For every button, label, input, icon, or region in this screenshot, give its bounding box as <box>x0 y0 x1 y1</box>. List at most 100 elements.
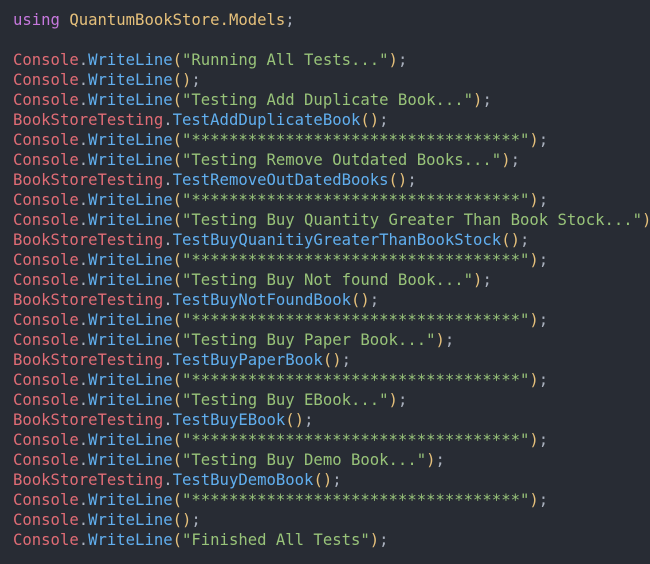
method-token: WriteLine <box>88 91 173 109</box>
punctuation-token: ; <box>341 351 351 369</box>
class-token: Console <box>13 131 79 149</box>
paren-token: () <box>285 411 305 429</box>
code-line[interactable]: Console.WriteLine("Testing Buy Quantity … <box>13 210 650 230</box>
punctuation-token: . <box>163 111 173 129</box>
code-line[interactable]: Console.WriteLine(); <box>13 510 650 530</box>
code-line[interactable]: Console.WriteLine("Running All Tests..."… <box>13 50 650 70</box>
paren-token: () <box>351 291 370 309</box>
punctuation-token: ; <box>538 191 549 209</box>
code-line[interactable]: Console.WriteLine("*********************… <box>13 490 650 510</box>
keyword-token: using <box>13 11 60 29</box>
punctuation-token: . <box>78 431 89 449</box>
method-token: TestBuyNotFoundBook <box>172 291 351 309</box>
string-token: "***********************************" <box>182 371 530 389</box>
method-token: WriteLine <box>88 271 173 289</box>
paren-token: () <box>172 71 192 89</box>
class-token: Console <box>13 91 79 109</box>
punctuation-token: . <box>78 531 89 549</box>
paren-token: () <box>172 511 192 529</box>
code-line[interactable]: Console.WriteLine(); <box>13 70 650 90</box>
code-line[interactable]: BookStoreTesting.TestBuyEBook(); <box>13 410 650 430</box>
code-line[interactable]: Console.WriteLine("Testing Buy EBook..."… <box>13 390 650 410</box>
punctuation-token: ; <box>444 331 455 349</box>
string-token: "Testing Buy Quantity Greater Than Book … <box>182 211 643 229</box>
code-line[interactable]: BookStoreTesting.TestBuyQuanitiyGreaterT… <box>13 230 650 250</box>
punctuation-token: . <box>163 171 173 189</box>
class-token: Console <box>13 531 79 549</box>
code-line[interactable]: Console.WriteLine("*********************… <box>13 250 650 270</box>
method-token: WriteLine <box>88 251 173 269</box>
string-token: "***********************************" <box>182 251 530 269</box>
paren-token: ( <box>172 391 182 409</box>
paren-token: ) <box>529 431 539 449</box>
paren-token: ( <box>172 51 182 69</box>
code-line[interactable]: Console.WriteLine("Testing Buy Paper Boo… <box>13 330 650 350</box>
paren-token: ) <box>529 131 539 149</box>
punctuation-token: . <box>78 151 89 169</box>
code-line[interactable]: Console.WriteLine("Testing Buy Not found… <box>13 270 650 290</box>
code-line[interactable]: BookStoreTesting.TestRemoveOutDatedBooks… <box>13 170 650 190</box>
punctuation-token: ; <box>435 451 445 469</box>
class-token: BookStoreTesting <box>13 291 164 309</box>
code-line[interactable]: BookStoreTesting.TestBuyNotFoundBook(); <box>13 290 650 310</box>
method-token: WriteLine <box>88 311 173 329</box>
punctuation-token: ; <box>379 111 389 129</box>
method-token: TestBuyPaperBook <box>172 351 323 369</box>
punctuation-token: ; <box>304 411 314 429</box>
code-line[interactable]: Console.WriteLine("*********************… <box>13 190 650 210</box>
punctuation-token: . <box>78 511 89 529</box>
class-token: Console <box>13 151 79 169</box>
punctuation-token: ; <box>191 71 201 89</box>
namespace-token: QuantumBookStore.Models <box>69 11 286 29</box>
punctuation-token: . <box>78 331 89 349</box>
string-token: "***********************************" <box>182 131 530 149</box>
code-line[interactable]: Console.WriteLine("Testing Remove Outdat… <box>13 150 650 170</box>
code-line[interactable]: BookStoreTesting.TestBuyPaperBook(); <box>13 350 650 370</box>
code-line[interactable]: BookStoreTesting.TestBuyDemoBook(); <box>13 470 650 490</box>
punctuation-token: ; <box>482 91 492 109</box>
code-line[interactable] <box>13 30 650 50</box>
paren-token: ( <box>172 451 182 469</box>
class-token: Console <box>13 191 79 209</box>
string-token: "***********************************" <box>182 491 530 509</box>
method-token: WriteLine <box>88 151 173 169</box>
punctuation-token: ; <box>538 491 549 509</box>
method-token: TestBuyDemoBook <box>172 471 314 489</box>
paren-token: () <box>501 231 520 249</box>
punctuation-token: ; <box>538 131 549 149</box>
string-token: "***********************************" <box>182 431 530 449</box>
method-token: WriteLine <box>88 191 173 209</box>
punctuation-token: . <box>78 211 89 229</box>
punctuation-token: ; <box>397 391 408 409</box>
code-line[interactable]: BookStoreTesting.TestAddDuplicateBook(); <box>13 110 650 130</box>
method-token: WriteLine <box>88 431 173 449</box>
code-line[interactable]: Console.WriteLine("*********************… <box>13 370 650 390</box>
method-token: WriteLine <box>88 71 173 89</box>
punctuation-token: . <box>78 491 89 509</box>
punctuation-token: . <box>163 471 173 489</box>
punctuation-token: . <box>78 191 89 209</box>
code-line[interactable]: Console.WriteLine("Testing Buy Demo Book… <box>13 450 650 470</box>
code-line[interactable]: Console.WriteLine("Testing Add Duplicate… <box>13 90 650 110</box>
class-token: BookStoreTesting <box>13 351 164 369</box>
code-line[interactable]: using QuantumBookStore.Models; <box>13 10 650 30</box>
method-token: WriteLine <box>88 531 173 549</box>
punctuation-token: . <box>78 371 89 389</box>
method-token: WriteLine <box>88 371 173 389</box>
paren-token: ) <box>529 191 539 209</box>
method-token: TestBuyQuanitiyGreaterThanBookStock <box>172 231 502 249</box>
paren-token: ( <box>172 191 182 209</box>
code-line[interactable]: Console.WriteLine("*********************… <box>13 430 650 450</box>
code-line[interactable]: Console.WriteLine("*********************… <box>13 130 650 150</box>
paren-token: ( <box>172 371 182 389</box>
code-line[interactable]: Console.WriteLine("Finished All Tests"); <box>13 530 650 550</box>
code-editor[interactable]: using QuantumBookStore.Models; Console.W… <box>0 0 650 564</box>
class-token: Console <box>13 271 79 289</box>
paren-token: ) <box>388 391 398 409</box>
paren-token: ) <box>529 311 539 329</box>
punctuation-token: ; <box>538 251 549 269</box>
code-line[interactable]: Console.WriteLine("*********************… <box>13 310 650 330</box>
method-token: WriteLine <box>88 331 173 349</box>
paren-token: ) <box>529 371 539 389</box>
paren-token: ( <box>172 331 182 349</box>
